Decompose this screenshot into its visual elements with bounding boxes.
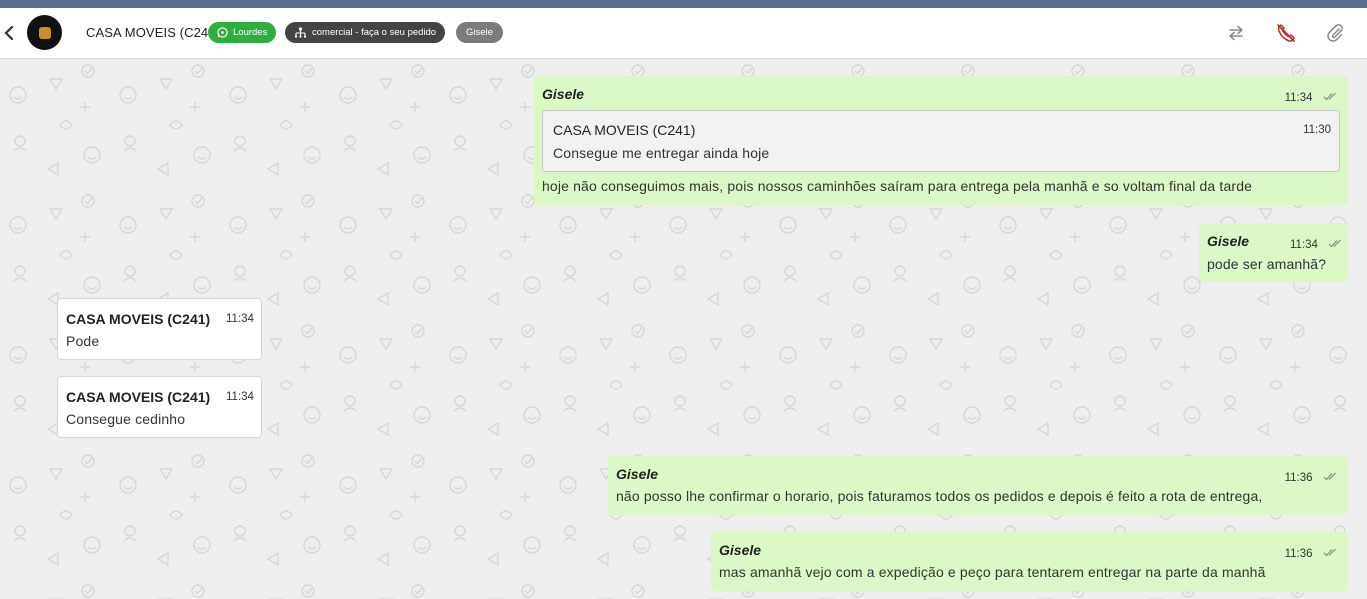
hierarchy-icon <box>294 27 307 38</box>
message-sender: Gisele <box>616 466 659 482</box>
message-bubble-incoming[interactable]: CASA MOVEIS (C241) 11:34 Pode <box>57 298 262 360</box>
message-time: 11:34 <box>226 313 254 325</box>
contact-name: CASA MOVEIS (C241) <box>86 25 221 40</box>
message-time: 11:36 <box>1284 472 1313 485</box>
quoted-text: Consegue me entregar ainda hoje <box>553 145 770 161</box>
back-arrow-icon[interactable] <box>2 22 16 44</box>
message-sender: Gisele <box>542 86 585 102</box>
avatar[interactable] <box>27 15 62 50</box>
chat-area[interactable]: Gisele 11:34 CASA MOVEIS (C241) 11:30 Co… <box>0 59 1367 599</box>
quoted-time: 11:30 <box>1303 124 1331 136</box>
tag-user[interactable]: Gisele <box>456 22 503 43</box>
message-bubble-incoming[interactable]: CASA MOVEIS (C241) 11:34 Consegue cedinh… <box>57 376 262 438</box>
message-text: hoje não conseguimos mais, pois nossos c… <box>542 178 1253 194</box>
message-sender: Gisele <box>1207 233 1250 249</box>
tag-queue[interactable]: comercial - faça o seu pedido <box>285 22 446 43</box>
double-check-icon <box>1328 235 1343 253</box>
attach-icon[interactable] <box>1322 20 1348 46</box>
message-meta: 11:36 <box>1285 468 1338 486</box>
tag-user-label: Gisele <box>466 27 493 38</box>
double-check-icon <box>1323 88 1338 106</box>
message-sender: Gisele <box>719 542 762 558</box>
message-meta: 11:36 <box>1285 544 1338 562</box>
end-call-icon[interactable] <box>1273 20 1299 46</box>
message-bubble-outgoing[interactable]: Gisele 11:34 CASA MOVEIS (C241) 11:30 Co… <box>534 76 1348 205</box>
tag-agent[interactable]: Lourdes <box>208 22 277 43</box>
message-meta: 11:34 <box>1285 88 1338 106</box>
tag-queue-label: comercial - faça o seu pedido <box>312 27 437 38</box>
chat-header: CASA MOVEIS (C241) Lourdes comercial - f… <box>0 8 1367 59</box>
message-time: 11:34 <box>226 391 254 403</box>
message-bubble-outgoing[interactable]: Gisele 11:36 mas amanhã vejo com a exped… <box>711 532 1348 591</box>
whatsapp-icon <box>217 27 228 38</box>
message-sender: CASA MOVEIS (C241) <box>66 389 211 405</box>
double-check-icon <box>1323 544 1338 562</box>
message-time: 11:36 <box>1284 548 1313 561</box>
tag-agent-label: Lourdes <box>233 27 268 38</box>
message-meta: 11:34 <box>1290 235 1343 253</box>
message-text: Consegue cedinho <box>66 411 186 427</box>
message-text: pode ser amanhã? <box>1207 256 1327 272</box>
message-time: 11:34 <box>1284 92 1313 105</box>
message-time: 11:34 <box>1290 239 1318 252</box>
logo-icon <box>38 26 51 39</box>
message-text: mas amanhã vejo com a expedição e peço p… <box>719 564 1266 580</box>
message-text: não posso lhe confirmar o horario, pois … <box>616 488 1263 504</box>
quoted-message[interactable]: CASA MOVEIS (C241) 11:30 Consegue me ent… <box>542 110 1340 172</box>
message-text: Pode <box>66 333 100 349</box>
message-bubble-outgoing[interactable]: Gisele 11:36 não posso lhe confirmar o h… <box>608 456 1348 515</box>
message-sender: CASA MOVEIS (C241) <box>66 311 211 327</box>
quoted-sender: CASA MOVEIS (C241) <box>553 122 696 138</box>
message-bubble-outgoing[interactable]: Gisele 11:34 pode ser amanhã? <box>1199 223 1348 282</box>
double-check-icon <box>1323 468 1338 486</box>
transfer-icon[interactable] <box>1223 20 1249 46</box>
top-stripe <box>0 0 1367 8</box>
